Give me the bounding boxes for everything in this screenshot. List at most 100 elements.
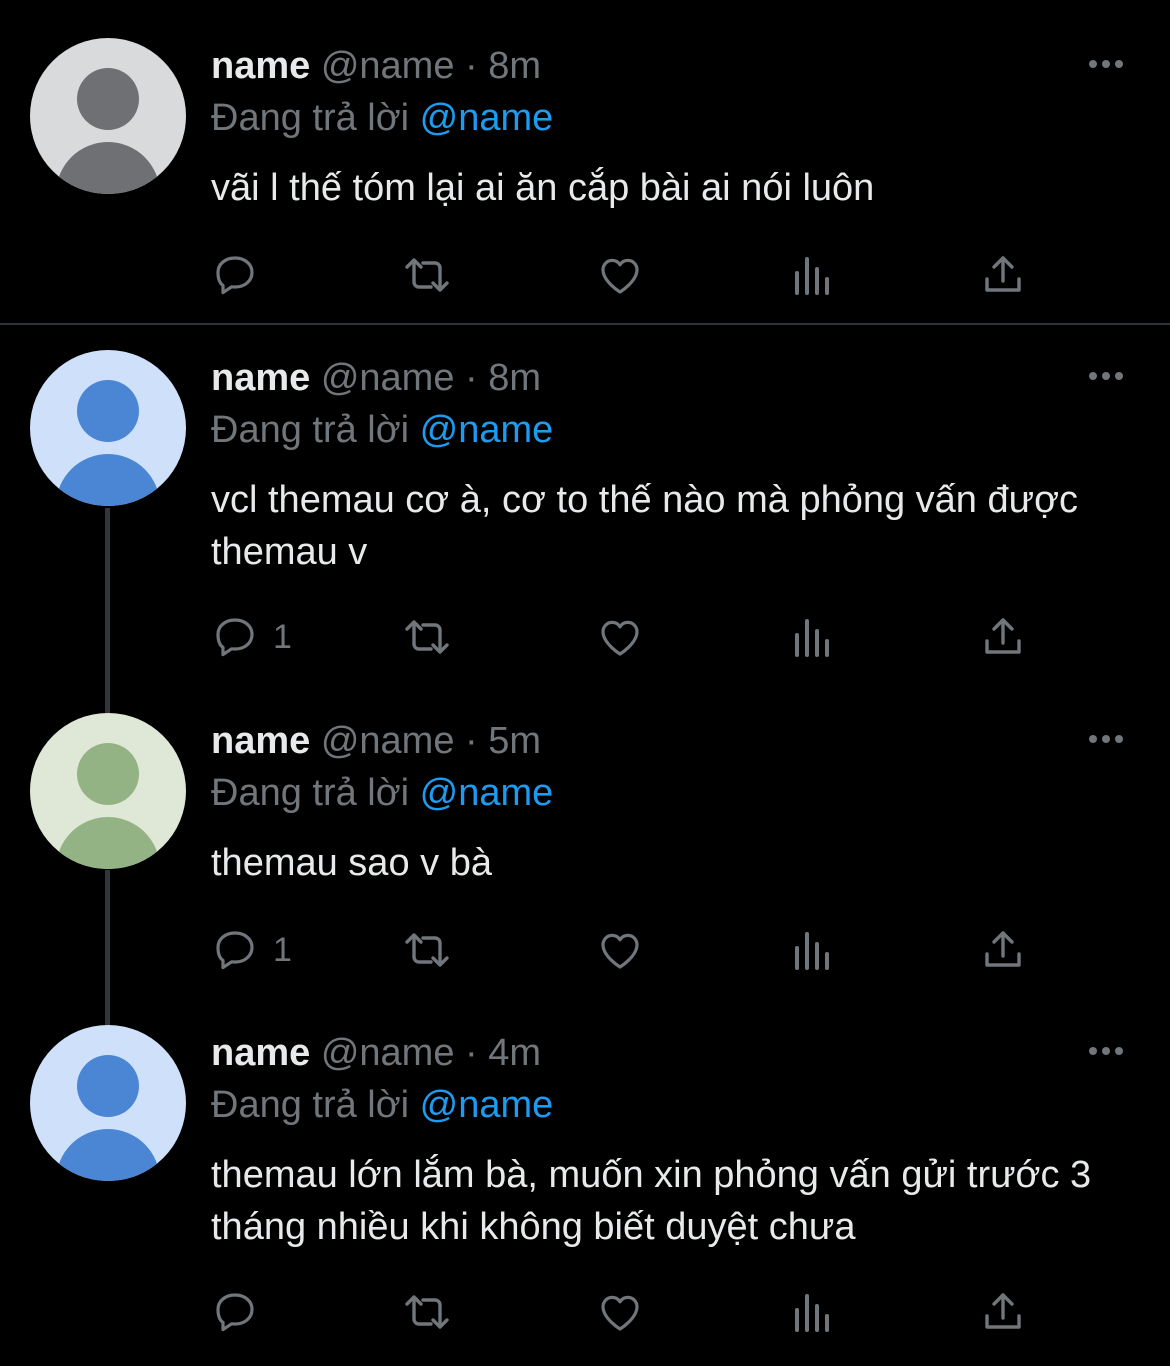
more-options-icon[interactable] — [1086, 1041, 1126, 1061]
avatar-body — [56, 454, 160, 506]
tweet-header: name @name · 4m — [211, 1029, 541, 1077]
reply-button[interactable] — [211, 250, 273, 300]
avatar-body — [56, 817, 160, 869]
timestamp[interactable]: 8m — [488, 45, 541, 87]
views-icon — [795, 1294, 829, 1332]
timestamp[interactable]: 4m — [488, 1032, 541, 1074]
reply-icon — [216, 931, 254, 970]
like-icon — [601, 1295, 639, 1331]
user-handle[interactable]: @name — [321, 720, 455, 762]
replying-to-label: Đang trả lời — [211, 409, 410, 451]
share-button[interactable] — [979, 250, 1027, 300]
views-button[interactable] — [791, 612, 835, 662]
replying-to-label: Đang trả lời — [211, 97, 410, 139]
share-button[interactable] — [979, 925, 1027, 975]
mention-link[interactable]: @name — [420, 1084, 554, 1126]
tweet-header: name @name · 8m — [211, 354, 541, 402]
more-options-icon[interactable] — [1086, 366, 1126, 386]
retweet-icon — [405, 1295, 449, 1329]
tweet-actions — [211, 1287, 1071, 1337]
reply-button[interactable]: 1 — [211, 925, 292, 975]
views-icon — [795, 932, 829, 970]
reply-icon — [216, 256, 254, 295]
display-name[interactable]: name — [211, 357, 310, 399]
mention-link[interactable]: @name — [420, 772, 554, 814]
like-button[interactable] — [595, 612, 645, 662]
display-name[interactable]: name — [211, 45, 310, 87]
reply-button[interactable] — [211, 1287, 273, 1337]
like-button[interactable] — [595, 1287, 645, 1337]
retweet-icon — [405, 620, 449, 654]
tweet-actions: 1 — [211, 925, 1071, 975]
views-button[interactable] — [791, 1287, 835, 1337]
timestamp[interactable]: 5m — [488, 720, 541, 762]
share-icon — [985, 256, 1021, 292]
avatar-head — [77, 743, 139, 805]
like-icon — [601, 620, 639, 656]
replying-to: Đang trả lời @name — [211, 406, 553, 454]
like-button[interactable] — [595, 250, 645, 300]
user-handle[interactable]: @name — [321, 1032, 455, 1074]
separator: · — [465, 1032, 478, 1074]
share-button[interactable] — [979, 1287, 1027, 1337]
like-icon — [601, 258, 639, 294]
display-name[interactable]: name — [211, 1032, 310, 1074]
reply-icon — [216, 618, 254, 657]
reply-button[interactable]: 1 — [211, 612, 292, 662]
views-button[interactable] — [791, 925, 835, 975]
user-handle[interactable]: @name — [321, 45, 455, 87]
separator: · — [465, 720, 478, 762]
avatar-body — [56, 142, 160, 194]
separator: · — [465, 357, 478, 399]
reply-count: 1 — [273, 931, 292, 969]
mention-link[interactable]: @name — [420, 409, 554, 451]
share-icon — [985, 931, 1021, 967]
replying-to: Đang trả lời @name — [211, 94, 553, 142]
avatar[interactable] — [30, 1025, 186, 1181]
avatar[interactable] — [30, 350, 186, 506]
tweet-text: themau lớn lắm bà, muốn xin phỏng vấn gử… — [211, 1154, 1092, 1248]
views-button[interactable] — [791, 250, 835, 300]
retweet-button[interactable] — [399, 925, 455, 975]
like-icon — [601, 933, 639, 969]
reply-count: 1 — [273, 618, 292, 656]
replying-to-label: Đang trả lời — [211, 1084, 410, 1126]
avatar-head — [77, 68, 139, 130]
views-icon — [795, 257, 829, 295]
tweet[interactable]: name @name · 5m Đang trả lời @name thema… — [0, 713, 1170, 1003]
timestamp[interactable]: 8m — [488, 357, 541, 399]
more-options-icon[interactable] — [1086, 54, 1126, 74]
separator: · — [465, 45, 478, 87]
retweet-icon — [405, 933, 449, 967]
display-name[interactable]: name — [211, 720, 310, 762]
replying-to-label: Đang trả lời — [211, 772, 410, 814]
tweet-actions — [211, 250, 1071, 300]
tweet[interactable]: name @name · 8m Đang trả lời @name vãi l… — [0, 38, 1170, 328]
avatar-head — [77, 1055, 139, 1117]
avatar-body — [56, 1129, 160, 1181]
share-icon — [985, 1293, 1021, 1329]
user-handle[interactable]: @name — [321, 357, 455, 399]
tweet[interactable]: name @name · 8m Đang trả lời @name vcl t… — [0, 350, 1170, 680]
avatar-head — [77, 380, 139, 442]
avatar[interactable] — [30, 38, 186, 194]
tweet[interactable]: name @name · 4m Đang trả lời @name thema… — [0, 1025, 1170, 1355]
tweet-header: name @name · 5m — [211, 717, 541, 765]
mention-link[interactable]: @name — [420, 97, 554, 139]
retweet-button[interactable] — [399, 250, 455, 300]
replying-to: Đang trả lời @name — [211, 769, 553, 817]
divider — [0, 323, 1170, 325]
tweet-text: themau sao v bà — [211, 842, 492, 884]
avatar[interactable] — [30, 713, 186, 869]
tweet-actions: 1 — [211, 612, 1071, 662]
tweet-text: vãi l thế tóm lại ai ăn cắp bài ai nói l… — [211, 167, 875, 209]
tweet-header: name @name · 8m — [211, 42, 541, 90]
retweet-button[interactable] — [399, 612, 455, 662]
more-options-icon[interactable] — [1086, 729, 1126, 749]
retweet-button[interactable] — [399, 1287, 455, 1337]
replying-to: Đang trả lời @name — [211, 1081, 553, 1129]
retweet-icon — [405, 258, 449, 292]
share-icon — [985, 618, 1021, 654]
like-button[interactable] — [595, 925, 645, 975]
share-button[interactable] — [979, 612, 1027, 662]
